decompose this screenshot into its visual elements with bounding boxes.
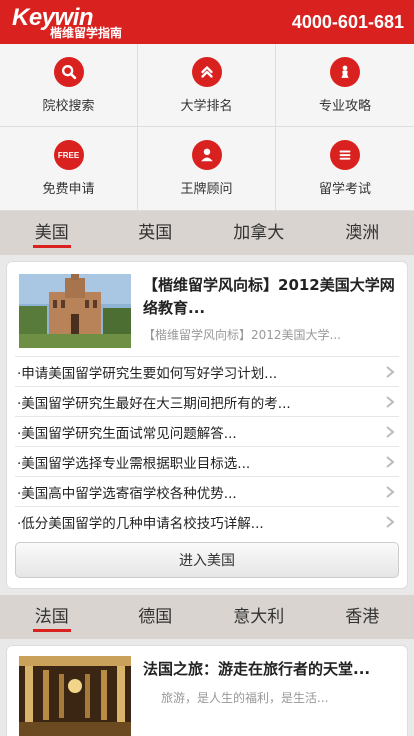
news-list: ·申请美国留学研究生要如何写好学习计划... ·美国留学研究生最好在大三期间把所…	[15, 356, 399, 536]
featured-article[interactable]: 【楷维留学风向标】2012美国大学网络教育... 【楷维留学风向标】2012美国…	[15, 272, 399, 356]
enter-usa-button[interactable]: 进入美国	[15, 542, 399, 578]
news-item-title: ·申请美国留学研究生要如何写好学习计划...	[17, 365, 278, 382]
menu-item-label: 专业攻略	[318, 98, 371, 114]
chevron-right-icon	[386, 395, 395, 408]
free-badge-text: FREE	[57, 150, 80, 160]
exam-menu-icon	[330, 140, 360, 170]
france-news-card: 法国之旅：游走在旅行者的天堂... 旅游，是人生的福利，是生活...	[6, 645, 408, 736]
tab-usa[interactable]: 美国	[0, 211, 104, 255]
rank-up-icon	[191, 56, 222, 87]
usa-news-card: 【楷维留学风向标】2012美国大学网络教育... 【楷维留学风向标】2012美国…	[6, 261, 408, 589]
menu-item-label: 大学排名	[180, 98, 233, 114]
featured-title-2: 法国之旅：游走在旅行者的天堂...	[143, 660, 371, 678]
tab-italy[interactable]: 意大利	[207, 595, 311, 639]
news-item-title: ·美国高中留学选寄宿学校各种优势...	[17, 485, 237, 502]
menu-item-label: 免费申请	[42, 182, 95, 197]
menu-item-label: 王牌顾问	[180, 182, 233, 197]
menu-item-ranking[interactable]: 大学排名	[138, 44, 276, 127]
tab-france[interactable]: 法国	[0, 595, 104, 639]
news-item[interactable]: ·美国高中留学选寄宿学校各种优势...	[15, 476, 399, 506]
chevron-right-icon	[386, 455, 395, 468]
featured-article-2[interactable]: 法国之旅：游走在旅行者的天堂... 旅游，是人生的福利，是生活...	[19, 656, 399, 736]
strategy-icon	[330, 56, 360, 87]
news-item[interactable]: ·美国留学研究生面试常见问题解答...	[15, 416, 399, 446]
country-tabs: 美国 英国 加拿大 澳洲	[0, 211, 414, 255]
search-icon	[53, 56, 84, 87]
news-item[interactable]: ·美国留学选择专业需根据职业目标选...	[15, 446, 399, 476]
news-item-title: ·美国留学选择专业需根据职业目标选...	[17, 455, 251, 472]
menu-item-exam[interactable]: 留学考试	[276, 127, 414, 210]
chevron-right-icon	[386, 425, 395, 438]
menu-grid: 院校搜索 大学排名 专业攻略 FREE 免费申请 王牌顾问 留学考试	[0, 44, 414, 211]
news-item-title: ·美国留学研究生最好在大三期间把所有的考...	[17, 395, 291, 412]
menu-item-free-apply[interactable]: FREE 免费申请	[0, 127, 138, 210]
news-item-title: ·低分美国留学的几种申请名校技巧详解...	[17, 515, 264, 532]
news-item[interactable]: ·申请美国留学研究生要如何写好学习计划...	[15, 356, 399, 386]
menu-item-label: 留学考试	[318, 182, 371, 197]
chevron-right-icon	[386, 365, 395, 378]
logo-subtitle: 楷维留学指南	[50, 25, 123, 40]
chevron-right-icon	[386, 515, 395, 528]
tab-germany[interactable]: 德国	[104, 595, 208, 639]
tab-uk[interactable]: 英国	[104, 211, 208, 255]
app-header: Keywin 楷维留学指南 4000-601-681	[0, 0, 414, 44]
news-item[interactable]: ·美国留学研究生最好在大三期间把所有的考...	[15, 386, 399, 416]
country-tabs-2: 法国 德国 意大利 香港	[0, 595, 414, 639]
featured-thumbnail	[19, 274, 131, 348]
tab-hongkong[interactable]: 香港	[311, 595, 414, 639]
tab-australia[interactable]: 澳洲	[311, 211, 414, 255]
featured-thumbnail-2	[19, 656, 131, 736]
chevron-right-icon	[386, 485, 395, 498]
menu-item-school-search[interactable]: 院校搜索	[0, 44, 138, 127]
featured-title: 【楷维留学风向标】2012美国大学网络教育...	[143, 276, 395, 317]
menu-item-label: 院校搜索	[42, 98, 95, 114]
tab-canada[interactable]: 加拿大	[207, 211, 311, 255]
featured-summary: 【楷维留学风向标】2012美国大学...	[143, 328, 341, 342]
phone-number[interactable]: 4000-601-681	[292, 12, 404, 33]
news-item-title: ·美国留学研究生面试常见问题解答...	[17, 425, 237, 442]
free-icon: FREE	[53, 140, 84, 170]
consultant-icon	[191, 140, 222, 170]
featured-summary-2: 旅游，是人生的福利，是生活...	[161, 691, 329, 705]
menu-item-major-guide[interactable]: 专业攻略	[276, 44, 414, 127]
logo[interactable]: Keywin 楷维留学指南	[12, 5, 123, 40]
news-item[interactable]: ·低分美国留学的几种申请名校技巧详解...	[15, 506, 399, 536]
menu-item-consultant[interactable]: 王牌顾问	[138, 127, 276, 210]
